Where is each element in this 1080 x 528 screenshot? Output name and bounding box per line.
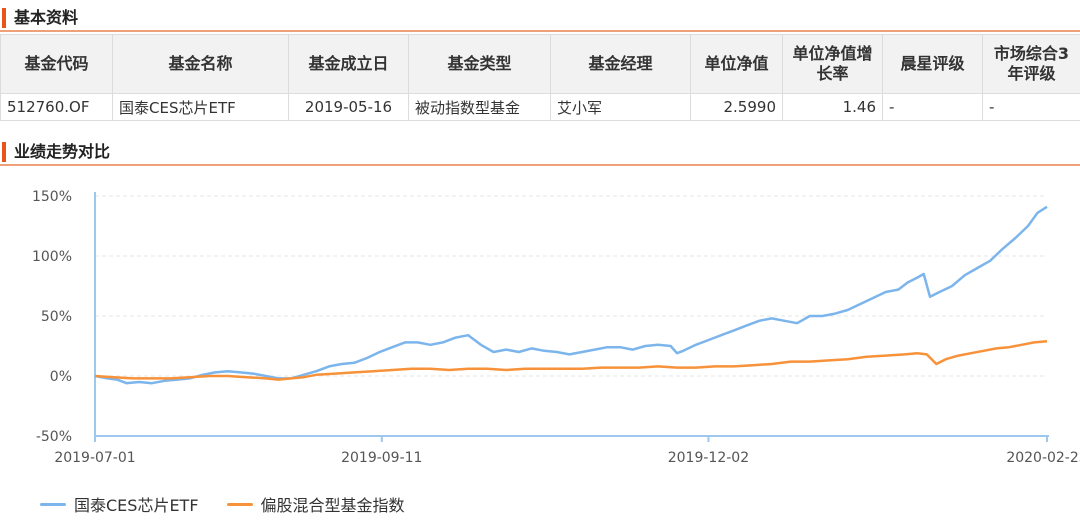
header-fund-name: 基金名称 bbox=[112, 34, 289, 94]
cell-inception-date: 2019-05-16 bbox=[288, 93, 409, 121]
header-fund-manager: 基金经理 bbox=[550, 34, 691, 94]
header-nav: 单位净值 bbox=[690, 34, 783, 94]
y-tick-label: 150% bbox=[32, 189, 72, 205]
x-tick-label: 2019-12-02 bbox=[668, 450, 749, 466]
header-nav-growth: 单位净值增长率 bbox=[782, 34, 883, 94]
y-tick-label: -50% bbox=[36, 429, 72, 445]
y-tick-label: 100% bbox=[32, 249, 72, 265]
series-line-index bbox=[94, 339, 1048, 381]
legend-item-index[interactable]: 偏股混合型基金指数 bbox=[226, 492, 405, 516]
header-inception-date: 基金成立日 bbox=[288, 34, 409, 94]
cell-morningstar-rating: - bbox=[882, 93, 983, 121]
basic-info-header: 基本资料 bbox=[0, 2, 1080, 32]
legend-swatch-index bbox=[226, 502, 253, 506]
cell-3yr-rating: - bbox=[982, 93, 1080, 121]
cell-fund-code: 512760.OF bbox=[0, 93, 113, 121]
performance-title: 业绩走势对比 bbox=[14, 142, 111, 161]
legend-label-index: 偏股混合型基金指数 bbox=[260, 496, 405, 515]
section-accent-bar bbox=[2, 8, 6, 28]
performance-chart-svg: 150% 100% 50% 0% -50% 2019-07-01 2019-09-11 201… bbox=[32, 189, 1080, 466]
header-morningstar-rating: 晨星评级 bbox=[882, 34, 983, 94]
header-3yr-rating: 市场综合3年评级 bbox=[982, 34, 1080, 94]
table-header-row: 基金代码 基金名称 基金成立日 基金类型 基金经理 单位净值 单位净值增长率 晨… bbox=[0, 34, 1080, 94]
legend-label-fund: 国泰CES芯片ETF bbox=[74, 496, 199, 515]
y-tick-label: 0% bbox=[50, 369, 72, 385]
performance-chart: 150% 100% 50% 0% -50% 2019-07-01 2019-09-11 201… bbox=[0, 162, 1080, 528]
series-line-fund bbox=[94, 205, 1048, 385]
y-tick-label: 50% bbox=[41, 309, 72, 325]
x-tick-label: 2019-09-11 bbox=[341, 450, 422, 466]
cell-nav: 2.5990 bbox=[690, 93, 783, 121]
legend-item-fund[interactable]: 国泰CES芯片ETF bbox=[40, 492, 199, 516]
x-tick-label: 2020-02-25 bbox=[1006, 450, 1080, 466]
chart-legend: 国泰CES芯片ETF 偏股混合型基金指数 bbox=[40, 492, 433, 516]
fund-info-table: 基金代码 基金名称 基金成立日 基金类型 基金经理 单位净值 单位净值增长率 晨… bbox=[0, 34, 1080, 121]
header-fund-code: 基金代码 bbox=[0, 34, 113, 94]
cell-nav-growth: 1.46 bbox=[782, 93, 883, 121]
header-fund-type: 基金类型 bbox=[408, 34, 551, 94]
x-tick-label: 2019-07-01 bbox=[54, 450, 135, 466]
cell-fund-type: 被动指数型基金 bbox=[408, 93, 551, 121]
basic-info-title: 基本资料 bbox=[14, 8, 79, 27]
table-row: 512760.OF 国泰CES芯片ETF 2019-05-16 被动指数型基金 … bbox=[0, 93, 1080, 121]
section-accent-bar bbox=[2, 142, 6, 162]
cell-fund-manager[interactable]: 艾小军 bbox=[550, 93, 691, 121]
legend-swatch-fund bbox=[40, 502, 66, 506]
cell-fund-name[interactable]: 国泰CES芯片ETF bbox=[112, 93, 289, 121]
